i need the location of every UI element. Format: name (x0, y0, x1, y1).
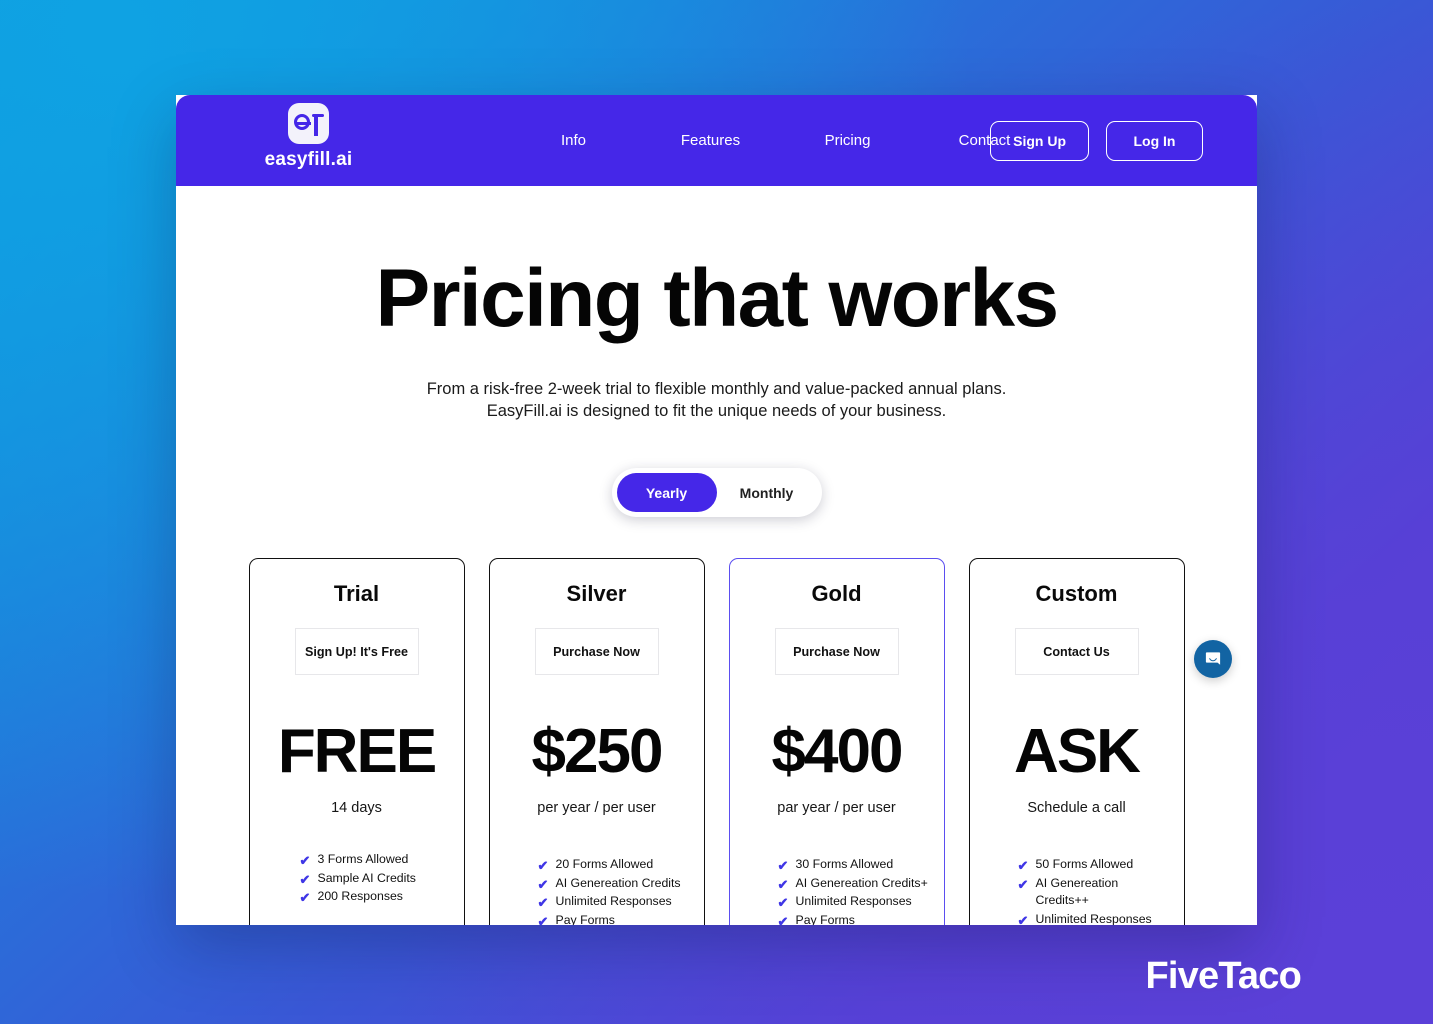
sign-up-button[interactable]: Sign Up (990, 120, 1089, 161)
plan-period: Schedule a call (1027, 800, 1126, 816)
plan-feature-item: ✔ AI Genereation Credits++ (1018, 875, 1170, 910)
plan-feature-label: Unlimited Responses (795, 894, 912, 908)
check-icon: ✔ (537, 895, 549, 910)
plan-name: Gold (811, 581, 862, 606)
chat-bubble-icon (1205, 652, 1221, 665)
browser-viewport: easyfill.ai Info Features Pricing Contac… (176, 95, 1257, 925)
toggle-option-monthly[interactable]: Monthly (717, 473, 817, 512)
plan-feature-item: ✔ Pay Forms (778, 912, 930, 926)
pricing-card-silver: Silver Purchase Now $250 per year / per use… (488, 558, 705, 925)
check-icon: ✔ (299, 890, 311, 905)
plan-feature-label: 20 Forms Allowed (555, 857, 654, 871)
plan-feature-label: Unlimited Responses (1035, 911, 1152, 926)
plan-price: $250 (531, 717, 664, 786)
plan-name: Trial (333, 581, 380, 606)
check-icon: ✔ (537, 913, 549, 926)
pricing-card-trial: Trial Sign Up! It's Free FREE 14 days ✔ 3 For… (248, 558, 465, 925)
pricing-page: Pricing that works From a risk-free 2-we… (176, 186, 1257, 925)
plan-name: Silver (566, 581, 627, 606)
plan-feature-label: Unlimited Responses (555, 894, 672, 908)
plan-feature-label: 3 Forms Allowed (317, 852, 409, 866)
toggle-option-yearly[interactable]: Yearly (616, 473, 717, 512)
plan-feature-item: ✔ Pay Forms (538, 912, 690, 926)
plan-feature-label: Pay Forms (795, 912, 855, 926)
check-icon: ✔ (777, 913, 789, 926)
brand-name: easyfill.ai (264, 149, 353, 170)
plan-cta-button[interactable]: Sign Up! It's Free (294, 628, 419, 675)
plan-feature-item: ✔ 3 Forms Allowed (300, 851, 450, 869)
plan-period: par year / per user (777, 800, 896, 816)
brand-logo[interactable]: easyfill.ai (236, 103, 381, 171)
plan-feature-item: ✔ AI Genereation Credits (538, 875, 690, 893)
check-icon: ✔ (777, 876, 789, 892)
easyfill-logo-icon (288, 103, 329, 144)
plan-feature-list: ✔ 20 Forms Allowed ✔ AI Genereation Credits… (504, 856, 690, 925)
plan-feature-item: ✔ 50 Forms Allowed (1018, 856, 1170, 874)
plan-feature-label: AI Genereation Credits++ (1035, 875, 1119, 908)
plan-feature-label: 200 Responses (317, 889, 403, 903)
check-icon: ✔ (537, 876, 549, 892)
pricing-card-custom: Custom Contact Us ASK Schedule a call ✔ 50 Fo… (968, 558, 1185, 925)
chat-launcher-button[interactable] (1194, 640, 1232, 678)
plan-price: FREE (277, 717, 437, 786)
plan-feature-item: ✔ Unlimited Responses (778, 893, 930, 911)
subtitle-line-1: From a risk-free 2-week trial to flexibl… (426, 380, 1007, 398)
plan-feature-list: ✔ 3 Forms Allowed ✔ Sample AI Credits ✔ 200 R… (264, 851, 450, 906)
plan-feature-item: ✔ Unlimited Responses (538, 893, 690, 911)
pricing-cards: Trial Sign Up! It's Free FREE 14 days ✔ 3 For… (176, 558, 1257, 925)
check-icon: ✔ (299, 871, 311, 887)
check-icon: ✔ (777, 895, 789, 910)
plan-feature-label: AI Genereation Credits (555, 875, 681, 890)
plan-feature-list: ✔ 50 Forms Allowed ✔ AI Genereation Credits… (984, 856, 1170, 925)
plan-feature-label: 30 Forms Allowed (795, 857, 894, 871)
check-icon: ✔ (299, 853, 311, 868)
pricing-card-gold: Gold Purchase Now $400 par year / per user ✔… (728, 558, 945, 925)
plan-feature-item: ✔ 20 Forms Allowed (538, 856, 690, 874)
fivetaco-watermark: FiveTaco (1145, 955, 1301, 997)
top-navigation-bar: easyfill.ai Info Features Pricing Contac… (176, 95, 1257, 186)
plan-period: 14 days (331, 800, 382, 816)
check-icon: ✔ (1017, 876, 1029, 892)
plan-feature-list: ✔ 30 Forms Allowed ✔ AI Genereation Credits… (744, 856, 930, 925)
plan-name: Custom (1035, 581, 1118, 606)
plan-price: ASK (1014, 717, 1141, 786)
plan-cta-button[interactable]: Contact Us (1014, 628, 1139, 675)
nav-link-pricing[interactable]: Pricing (779, 132, 916, 149)
plan-feature-item: ✔ 30 Forms Allowed (778, 856, 930, 874)
check-icon: ✔ (537, 858, 549, 873)
plan-price: $400 (771, 717, 904, 786)
plan-feature-item: ✔ AI Genereation Credits+ (778, 875, 930, 893)
plan-feature-item: ✔ Unlimited Responses (1018, 911, 1170, 926)
plan-feature-item: ✔ Sample AI Credits (300, 870, 450, 888)
plan-cta-button[interactable]: Purchase Now (774, 628, 899, 675)
nav-link-features[interactable]: Features (642, 132, 779, 149)
nav-link-info[interactable]: Info (505, 132, 642, 149)
plan-period: per year / per user (537, 800, 656, 816)
log-in-button[interactable]: Log In (1106, 120, 1203, 161)
nav-links: Info Features Pricing Contact (505, 132, 1053, 149)
check-icon: ✔ (1017, 912, 1029, 926)
plan-feature-label: Sample AI Credits (317, 870, 416, 885)
plan-feature-label: Pay Forms (555, 912, 615, 926)
check-icon: ✔ (777, 858, 789, 873)
plan-feature-item: ✔ 200 Responses (300, 888, 450, 906)
billing-period-toggle: Yearly Monthly (611, 468, 822, 517)
plan-feature-label: AI Genereation Credits+ (795, 875, 928, 890)
page-title: Pricing that works (375, 253, 1059, 344)
plan-feature-label: 50 Forms Allowed (1035, 857, 1134, 871)
subtitle-line-2: EasyFill.ai is designed to fit the uniqu… (486, 402, 947, 420)
page-subtitle: From a risk-free 2-week trial to flexibl… (176, 378, 1257, 422)
plan-cta-button[interactable]: Purchase Now (534, 628, 659, 675)
nav-actions: Sign Up Log In (990, 120, 1203, 161)
check-icon: ✔ (1017, 858, 1029, 873)
